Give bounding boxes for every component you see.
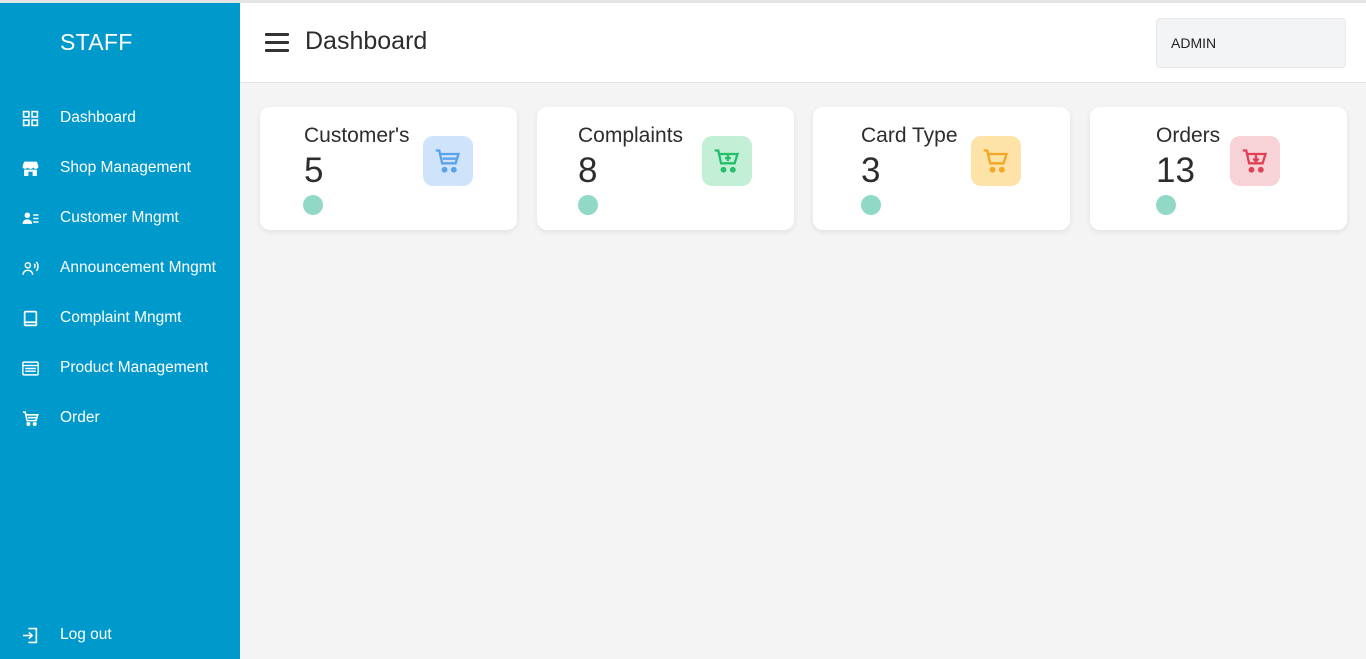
cart-icon [21, 409, 39, 427]
sidebar-item-label: Dashboard [60, 109, 136, 126]
cart-icon [971, 136, 1021, 186]
sidebar-item-shop-management[interactable]: Shop Management [0, 148, 240, 188]
list-table-icon [21, 359, 39, 377]
store-icon [21, 159, 39, 177]
sidebar-item-announcement-mngmt[interactable]: Announcement Mngmt [0, 248, 240, 288]
cart-download-icon [1230, 136, 1280, 186]
user-menu[interactable]: ADMIN [1156, 18, 1346, 68]
status-dot [578, 195, 598, 215]
user-list-icon [21, 209, 39, 227]
card-label: Customer's [304, 124, 410, 147]
stat-card-orders[interactable]: Orders 13 [1090, 107, 1347, 230]
sidebar-item-logout[interactable]: Log out [0, 615, 240, 655]
sidebar: STAFF Dashboard Shop Management Customer… [0, 3, 240, 659]
sidebar-item-label: Customer Mngmt [60, 209, 179, 226]
sidebar-item-complaint-mngmt[interactable]: Complaint Mngmt [0, 298, 240, 338]
logout-icon [21, 626, 39, 644]
sidebar-item-dashboard[interactable]: Dashboard [0, 98, 240, 138]
card-value: 5 [304, 151, 324, 190]
sidebar-item-label: Shop Management [60, 159, 191, 176]
sidebar-item-label: Announcement Mngmt [60, 259, 216, 276]
stat-card-customers[interactable]: Customer's 5 [260, 107, 517, 230]
cart-plus-icon [702, 136, 752, 186]
status-dot [861, 195, 881, 215]
cart-icon [423, 136, 473, 186]
sidebar-item-label: Order [60, 409, 100, 426]
speaker-user-icon [21, 259, 39, 277]
card-value: 3 [861, 151, 881, 190]
card-label: Complaints [578, 124, 684, 147]
sidebar-item-label: Complaint Mngmt [60, 309, 182, 326]
card-label: Orders [1156, 124, 1221, 147]
top-header: Dashboard ADMIN [240, 3, 1366, 83]
status-dot [1156, 195, 1176, 215]
hamburger-menu-icon[interactable] [264, 31, 290, 53]
stat-card-card-type[interactable]: Card Type 3 [813, 107, 1070, 230]
card-label: Card Type [861, 124, 958, 147]
card-value: 8 [578, 151, 598, 190]
page-title: Dashboard [305, 27, 428, 55]
status-dot [303, 195, 323, 215]
sidebar-item-customer-mngmt[interactable]: Customer Mngmt [0, 198, 240, 238]
sidebar-item-order[interactable]: Order [0, 398, 240, 438]
grid-icon [21, 109, 39, 127]
book-icon [21, 309, 39, 327]
stat-card-complaints[interactable]: Complaints 8 [537, 107, 794, 230]
sidebar-item-product-management[interactable]: Product Management [0, 348, 240, 388]
sidebar-item-label: Log out [60, 626, 112, 643]
card-value: 13 [1156, 151, 1195, 190]
sidebar-item-label: Product Management [60, 359, 209, 376]
brand-title: STAFF [60, 29, 133, 55]
